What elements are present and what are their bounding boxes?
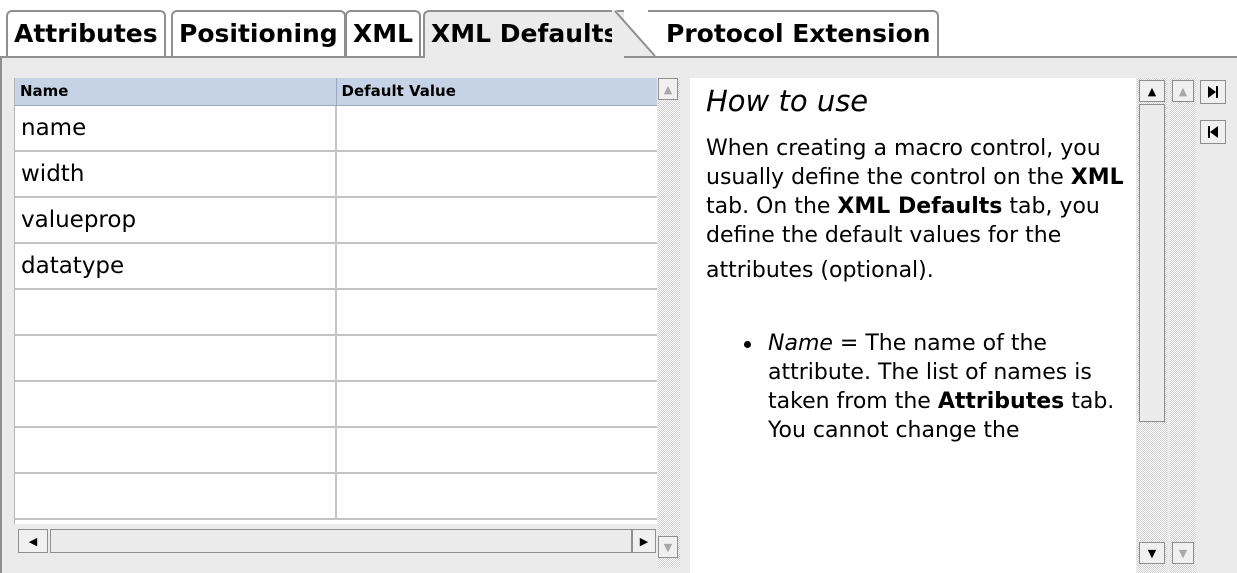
tab-strip: Attributes Positioning XML XML Defaults …: [0, 0, 1237, 58]
help-bullet-name: Name = The name of the attribute. The li…: [744, 329, 1136, 445]
secondary-vertical-scrollbar[interactable]: ▲ ▼: [1170, 78, 1196, 573]
help-vertical-scrollbar[interactable]: ▲ ▼: [1137, 78, 1167, 573]
table-row[interactable]: valueprop: [15, 198, 657, 244]
arrow-up-icon[interactable]: ▲: [658, 78, 678, 100]
arrow-up-icon[interactable]: ▲: [1172, 80, 1194, 102]
grid-header: Name Default Value: [15, 78, 657, 106]
cell-name[interactable]: datatype: [15, 244, 337, 288]
cell-default-value[interactable]: [337, 428, 658, 472]
cell-name[interactable]: name: [15, 106, 337, 150]
skip-to-start-icon[interactable]: [1200, 120, 1226, 144]
cell-default-value[interactable]: [337, 336, 658, 380]
cell-name[interactable]: [15, 336, 337, 380]
cell-name[interactable]: valueprop: [15, 198, 337, 242]
tab-positioning[interactable]: Positioning: [171, 10, 346, 57]
table-row[interactable]: datatype: [15, 244, 657, 290]
help-pane: How to use When creating a macro control…: [690, 78, 1136, 573]
arrow-down-icon[interactable]: ▼: [1172, 542, 1194, 564]
arrow-up-icon[interactable]: ▲: [1139, 80, 1165, 102]
cell-name[interactable]: [15, 290, 337, 334]
cell-default-value[interactable]: [337, 244, 658, 288]
help-paragraph-2: attributes (optional).: [706, 258, 934, 283]
tab-xml-defaults[interactable]: XML Defaults: [423, 10, 625, 58]
table-row[interactable]: [15, 336, 657, 382]
table-row[interactable]: [15, 382, 657, 428]
table-row[interactable]: [15, 290, 657, 336]
horizontal-scroll-thumb[interactable]: [50, 529, 632, 553]
table-row[interactable]: [15, 428, 657, 474]
defaults-grid: Name Default Value name width valueprop dat…: [14, 78, 657, 524]
arrow-right-icon[interactable]: ▶: [632, 529, 656, 553]
skip-to-end-icon[interactable]: [1200, 80, 1226, 104]
help-bold-attributes: Attributes: [937, 389, 1065, 414]
active-tab-slant: [612, 10, 656, 57]
help-italic-name: Name: [768, 331, 833, 356]
help-title: How to use: [706, 84, 869, 118]
help-bold-xml-defaults: XML Defaults: [837, 194, 1003, 219]
help-scroll-thumb[interactable]: [1139, 104, 1165, 422]
arrow-down-icon[interactable]: ▼: [1139, 542, 1165, 564]
column-header-default-value[interactable]: Default Value: [337, 78, 658, 105]
help-bullet-list: Name = The name of the attribute. The li…: [706, 329, 1136, 445]
cell-default-value[interactable]: [337, 382, 658, 426]
grid-body: name width valueprop datatype: [15, 106, 657, 520]
help-paragraph: When creating a macro control, you usual…: [706, 134, 1136, 250]
grid-vertical-scrollbar[interactable]: ▲ ▼: [658, 78, 680, 568]
arrow-left-icon[interactable]: ◀: [18, 529, 48, 553]
grid-horizontal-scrollbar[interactable]: ◀ ▶: [14, 526, 657, 564]
help-text: When creating a macro control, you usual…: [706, 136, 1101, 190]
cell-name[interactable]: width: [15, 152, 337, 196]
tab-attributes[interactable]: Attributes: [6, 10, 166, 57]
cell-default-value[interactable]: [337, 474, 658, 518]
help-bold-xml: XML: [1070, 165, 1124, 190]
cell-name[interactable]: [15, 382, 337, 426]
table-row[interactable]: width: [15, 152, 657, 198]
cell-default-value[interactable]: [337, 198, 658, 242]
tab-protocol-extension[interactable]: Protocol Extension: [648, 10, 939, 57]
table-row[interactable]: [15, 474, 657, 520]
column-header-name[interactable]: Name: [15, 78, 337, 105]
arrow-down-icon[interactable]: ▼: [658, 536, 678, 558]
cell-name[interactable]: [15, 428, 337, 472]
cell-default-value[interactable]: [337, 290, 658, 334]
cell-name[interactable]: [15, 474, 337, 518]
cell-default-value[interactable]: [337, 106, 658, 150]
table-row[interactable]: name: [15, 106, 657, 152]
tab-xml[interactable]: XML: [345, 10, 422, 57]
help-text: tab. On the: [706, 194, 838, 219]
cell-default-value[interactable]: [337, 152, 658, 196]
